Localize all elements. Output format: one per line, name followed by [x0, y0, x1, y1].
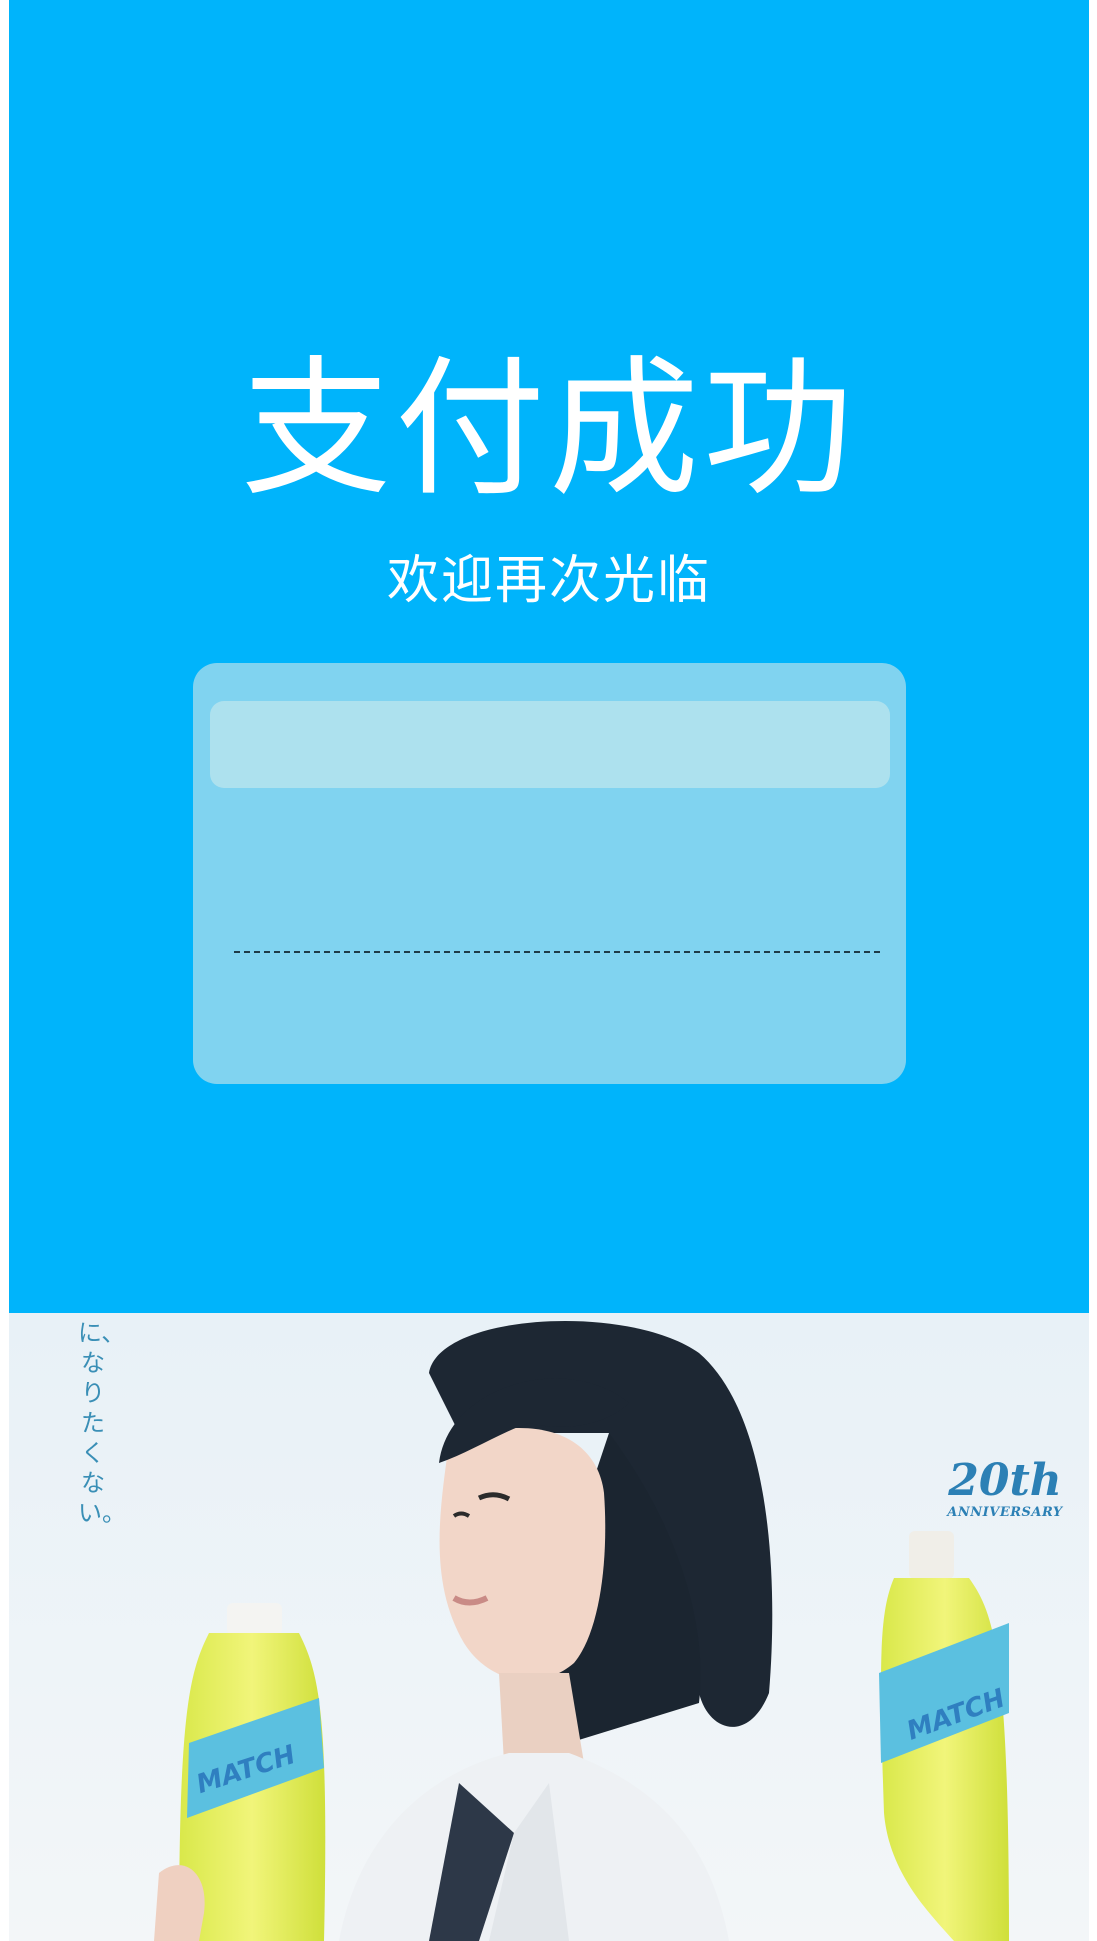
receipt-card [193, 663, 906, 1084]
advertisement-slogan: に、なりたくない。 [78, 1319, 126, 1527]
anniversary-label: ANNIVERSARY [947, 1505, 1063, 1520]
welcome-message: 欢迎再次光临 [386, 551, 711, 611]
advertisement-banner[interactable] [9, 1313, 1089, 1941]
payment-success-panel: 支付成功 欢迎再次光临 [9, 0, 1089, 1313]
receipt-card-header [210, 701, 890, 788]
page-title: 支付成功 [240, 343, 857, 517]
advertisement-image [9, 1313, 1089, 1941]
anniversary-number: 20th [948, 1455, 1062, 1506]
dashed-divider [234, 951, 880, 953]
